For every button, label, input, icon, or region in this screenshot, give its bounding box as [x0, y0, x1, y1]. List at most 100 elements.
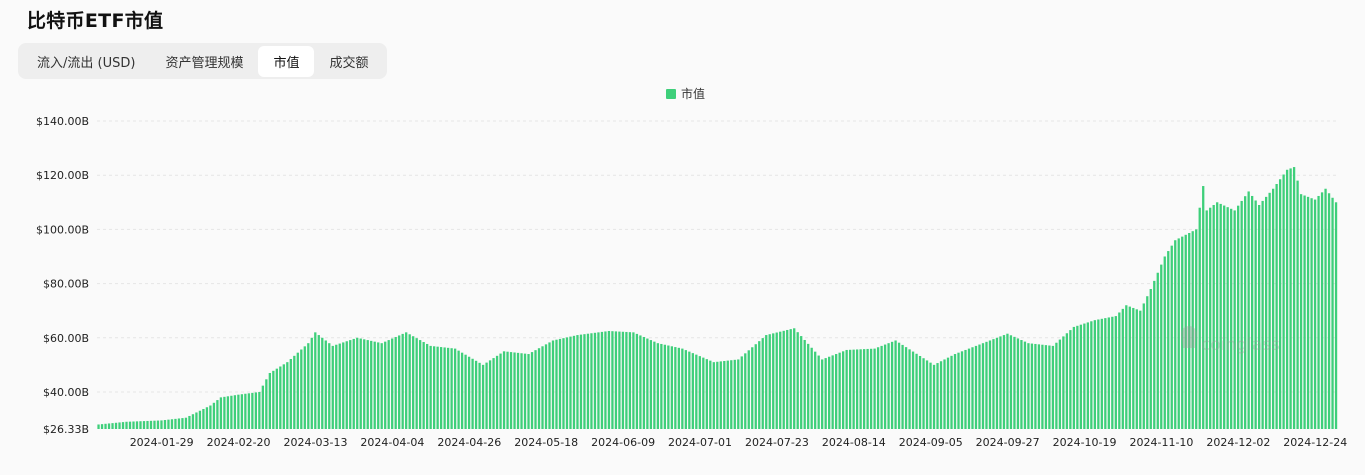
bar	[439, 347, 443, 429]
bar	[293, 355, 296, 429]
bar	[429, 345, 432, 429]
bar	[786, 329, 789, 429]
bar	[653, 341, 656, 429]
bar	[1275, 183, 1278, 429]
bar	[1027, 343, 1030, 429]
bar	[146, 420, 149, 429]
legend[interactable]: 市值	[666, 86, 705, 101]
bar	[915, 353, 918, 429]
bar	[646, 338, 649, 429]
bar	[237, 394, 240, 429]
bar	[544, 344, 548, 429]
bar	[1306, 196, 1310, 429]
y-tick-label: $120.00B	[36, 169, 89, 182]
bar	[831, 355, 834, 429]
bar	[995, 337, 999, 429]
bar	[188, 415, 191, 429]
bar	[1289, 168, 1292, 429]
bar	[950, 355, 953, 429]
bar	[1044, 345, 1048, 429]
bar	[1317, 195, 1320, 429]
watermark-text: coinglass	[1201, 335, 1280, 355]
tab-aum[interactable]: 资产管理规模	[150, 46, 258, 77]
bar	[719, 361, 722, 429]
bar	[838, 352, 841, 429]
bar	[244, 393, 247, 429]
bar	[104, 423, 107, 429]
bar	[366, 340, 369, 429]
bar	[377, 342, 380, 429]
bar	[852, 349, 855, 429]
bar	[810, 347, 813, 429]
bar	[265, 379, 268, 429]
bar	[709, 360, 712, 429]
bar	[107, 423, 111, 429]
bar	[370, 340, 373, 429]
bar	[932, 364, 936, 429]
bar	[541, 346, 544, 429]
bar	[855, 349, 859, 429]
bar	[1034, 343, 1037, 429]
bar	[1146, 296, 1149, 429]
bar	[1086, 322, 1089, 429]
bar	[579, 334, 583, 429]
tab-volume[interactable]: 成交额	[314, 46, 383, 77]
bar	[419, 340, 422, 429]
x-tick-label: 2024-06-09	[591, 436, 655, 449]
y-axis: $26.33B $40.00B $60.00B $80.00B $100.00B $120…	[36, 115, 89, 436]
bar	[1219, 203, 1222, 429]
bar	[901, 344, 904, 429]
bar	[702, 357, 705, 429]
bar	[258, 391, 261, 429]
bar	[275, 368, 278, 429]
bar	[1114, 316, 1117, 429]
bar	[401, 333, 404, 429]
bar	[681, 348, 684, 429]
bar	[1013, 336, 1016, 429]
bar	[1209, 207, 1212, 429]
bar	[712, 362, 715, 429]
bar	[212, 402, 216, 429]
bar	[1016, 338, 1020, 429]
bar	[254, 392, 258, 429]
bar	[828, 356, 831, 429]
bar	[1240, 200, 1243, 429]
bar	[492, 358, 495, 429]
bar	[1048, 345, 1051, 429]
bar	[1271, 188, 1275, 429]
bar	[485, 362, 488, 429]
bar	[310, 337, 313, 429]
bar	[936, 363, 939, 429]
bar	[149, 420, 153, 429]
bar	[1285, 169, 1289, 429]
bar	[300, 349, 303, 429]
bar	[1069, 330, 1072, 429]
bar	[303, 346, 306, 429]
bar	[520, 353, 523, 429]
bar	[1324, 188, 1327, 429]
bar	[1261, 200, 1264, 429]
tab-market-cap[interactable]: 市值	[258, 45, 315, 77]
x-tick-label: 2024-04-26	[437, 436, 501, 449]
bar	[1111, 316, 1114, 429]
bar	[530, 352, 534, 429]
bar	[450, 348, 453, 429]
bar	[1156, 272, 1159, 429]
bar	[726, 360, 729, 429]
bar	[352, 338, 355, 429]
bar	[516, 352, 520, 429]
bar	[1023, 341, 1027, 429]
bar	[1104, 318, 1107, 429]
bar	[506, 351, 509, 429]
bar	[513, 352, 516, 429]
page-title: 比特币ETF市值	[27, 10, 164, 32]
bar	[964, 349, 967, 429]
bar	[1334, 202, 1338, 429]
tab-inflow-outflow[interactable]: 流入/流出 (USD)	[22, 46, 150, 77]
bar	[1072, 326, 1076, 429]
bar	[286, 362, 289, 429]
bar	[1037, 344, 1041, 429]
bar	[324, 340, 327, 429]
bar	[583, 334, 586, 429]
bar	[422, 342, 425, 429]
